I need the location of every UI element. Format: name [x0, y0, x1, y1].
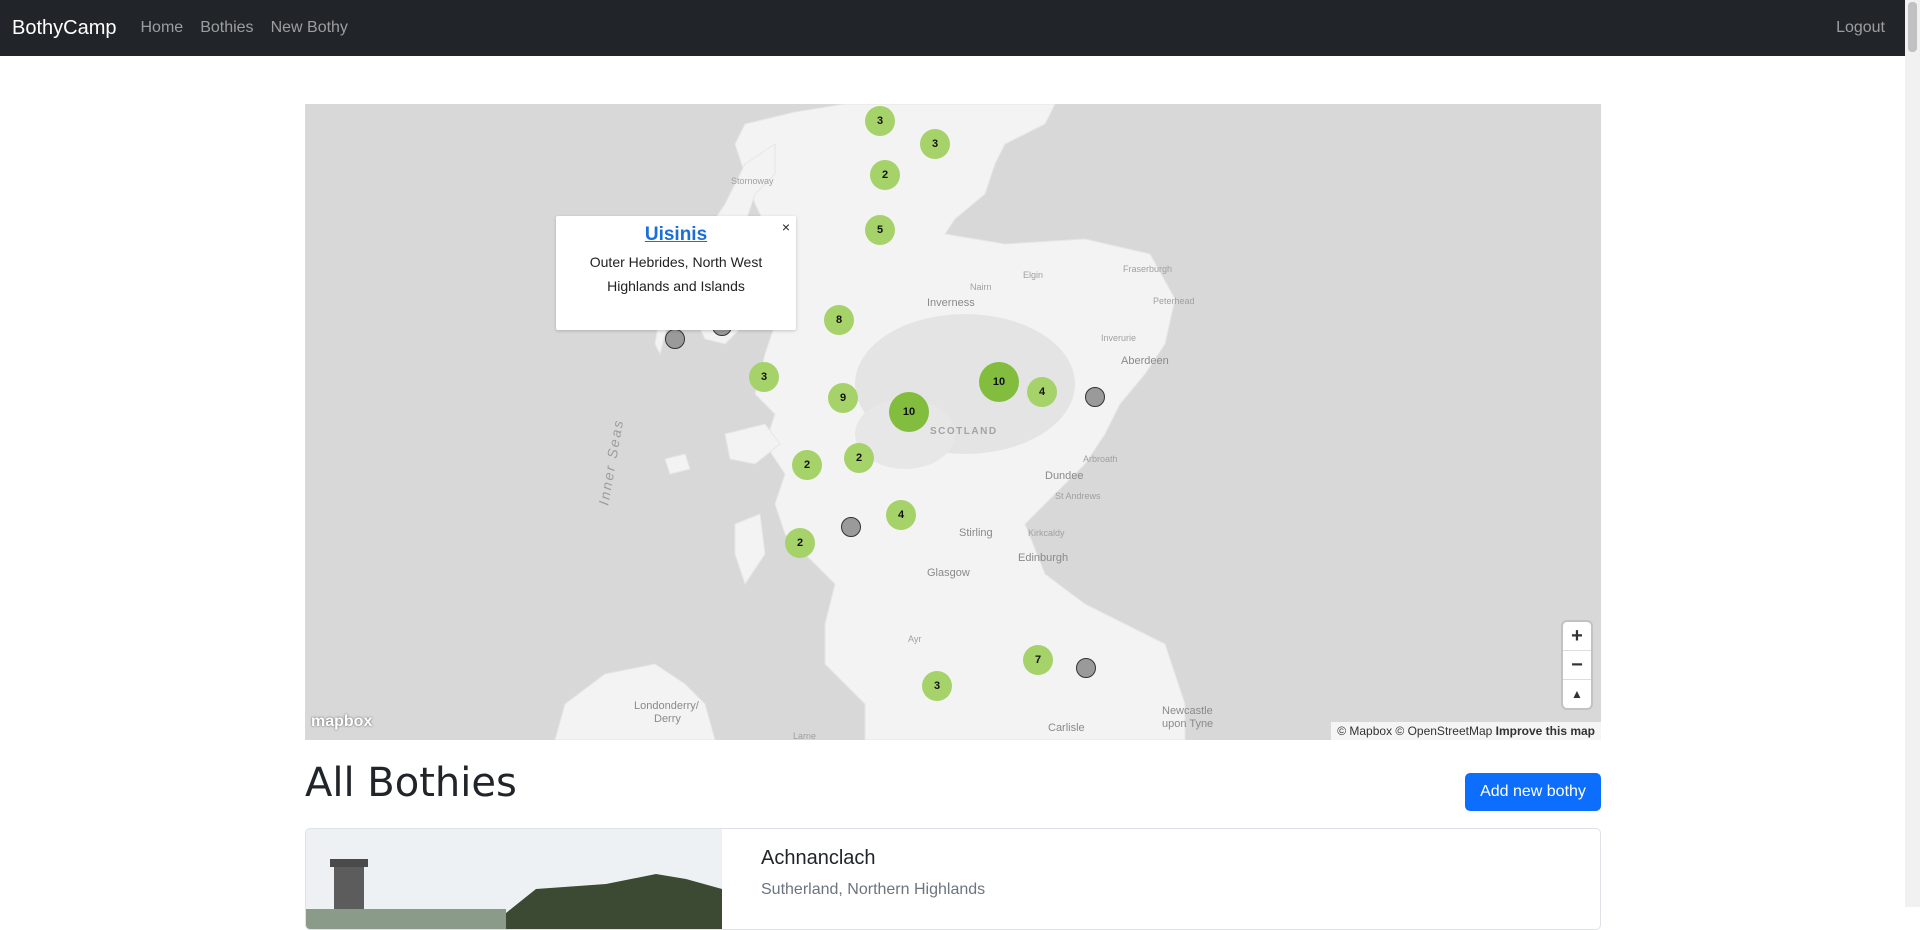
bothy-point-marker[interactable] — [665, 329, 685, 349]
zoom-in-button[interactable]: + — [1563, 622, 1591, 651]
bothy-point-marker[interactable] — [841, 517, 861, 537]
logout-link[interactable]: Logout — [1836, 19, 1885, 37]
mapbox-logo[interactable]: mapbox — [311, 713, 372, 731]
compass-icon[interactable]: ▲ — [1563, 680, 1591, 708]
nav-link-bothies[interactable]: Bothies — [200, 19, 253, 37]
improve-map-link[interactable]: Improve this map — [1496, 724, 1595, 738]
zoom-out-button[interactable]: − — [1563, 651, 1591, 680]
popup-bothy-link[interactable]: Uisinis — [556, 224, 796, 246]
cluster-marker[interactable]: 3 — [920, 129, 950, 159]
place-label-elgin: Elgin — [1023, 270, 1044, 280]
cluster-marker[interactable]: 9 — [828, 383, 858, 413]
cluster-marker[interactable]: 2 — [785, 528, 815, 558]
cluster-marker[interactable]: 3 — [865, 106, 895, 136]
place-label-fraserburgh: Fraserburgh — [1123, 264, 1173, 274]
brand-link[interactable]: BothyCamp — [12, 17, 117, 40]
bothy-card-title[interactable]: Achnanclach — [761, 847, 876, 870]
bothy-point-marker[interactable] — [1076, 658, 1096, 678]
page-title: All Bothies — [305, 760, 517, 806]
cluster-marker[interactable]: 4 — [1027, 377, 1057, 407]
place-label-larne: Larne — [793, 731, 817, 740]
place-label-st-andrews: St Andrews — [1055, 491, 1101, 501]
map-land — [554, 104, 1186, 740]
place-label-ayr: Ayr — [908, 634, 922, 644]
place-label-londonderry: Londonderry/ — [634, 700, 699, 712]
bothy-card: Achnanclach Sutherland, Northern Highlan… — [305, 828, 1601, 930]
place-label-dundee: Dundee — [1045, 470, 1084, 482]
place-label-arbroath: Arbroath — [1083, 454, 1118, 464]
add-new-bothy-button[interactable]: Add new bothy — [1465, 773, 1601, 811]
cluster-marker[interactable]: 10 — [979, 362, 1019, 402]
navbar: BothyCamp Home Bothies New Bothy Logout — [0, 0, 1905, 56]
place-label-stirling: Stirling — [959, 527, 993, 539]
cluster-marker[interactable]: 2 — [792, 450, 822, 480]
place-label-kirkcaldy: Kirkcaldy — [1028, 528, 1065, 538]
cluster-marker[interactable]: 2 — [844, 443, 874, 473]
place-label-glasgow: Glasgow — [927, 567, 970, 579]
place-label-carlisle: Carlisle — [1048, 722, 1085, 734]
close-icon[interactable]: × — [782, 219, 790, 235]
place-label-derry: Derry — [654, 713, 681, 725]
place-label-nairn: Nairn — [970, 282, 992, 292]
bothy-card-region: Sutherland, Northern Highlands — [761, 881, 986, 898]
place-label-inverurie: Inverurie — [1101, 333, 1137, 343]
scrollbar-thumb[interactable] — [1908, 2, 1917, 52]
place-label-scotland: SCOTLAND — [930, 426, 998, 437]
cluster-marker[interactable]: 3 — [749, 362, 779, 392]
place-label-aberdeen: Aberdeen — [1121, 355, 1169, 367]
page-scrollbar[interactable] — [1905, 0, 1920, 907]
cluster-marker[interactable]: 2 — [870, 160, 900, 190]
place-label-stornoway: Stornoway — [731, 176, 774, 186]
nav-link-new-bothy[interactable]: New Bothy — [271, 19, 348, 37]
map-navigation-control: + − ▲ — [1563, 622, 1591, 708]
place-label-peterhead: Peterhead — [1153, 296, 1195, 306]
place-label-edinburgh: Edinburgh — [1018, 552, 1069, 564]
nav-link-home[interactable]: Home — [141, 19, 184, 37]
place-label-upon-tyne: upon Tyne — [1162, 718, 1214, 730]
bothy-point-marker[interactable] — [1085, 387, 1105, 407]
cluster-map[interactable]: Stornoway Inverness Nairn Elgin Fraserbu… — [305, 104, 1601, 740]
attribution-text[interactable]: © Mapbox © OpenStreetMap — [1337, 724, 1492, 738]
place-label-newcastle: Newcastle — [1162, 705, 1213, 717]
cluster-marker[interactable]: 7 — [1023, 645, 1053, 675]
popup-description: Outer Hebrides, North West Highlands and… — [589, 254, 763, 294]
cluster-marker[interactable]: 5 — [865, 215, 895, 245]
bothy-popup: × Uisinis Outer Hebrides, North West Hig… — [556, 216, 796, 330]
map-attribution: © Mapbox © OpenStreetMap Improve this ma… — [1331, 722, 1601, 740]
cluster-marker[interactable]: 3 — [922, 671, 952, 701]
cluster-marker[interactable]: 4 — [886, 500, 916, 530]
bothy-image — [306, 829, 722, 929]
place-label-inverness: Inverness — [927, 297, 975, 309]
cluster-marker[interactable]: 10 — [889, 392, 929, 432]
cluster-marker[interactable]: 8 — [824, 305, 854, 335]
